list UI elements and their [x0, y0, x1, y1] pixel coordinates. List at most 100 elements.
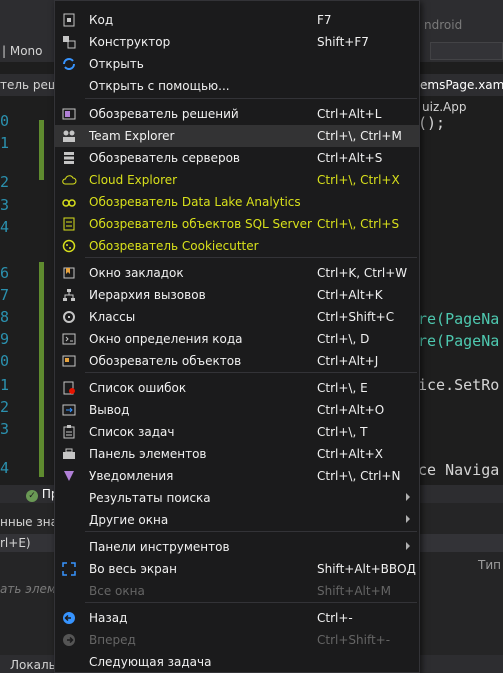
menu-item-shortcut: Ctrl+-: [317, 611, 353, 625]
menu-item-18[interactable]: Вывод Ctrl+Alt+O: [55, 399, 419, 421]
submenu-arrow-icon: [406, 542, 410, 550]
menu-item-10[interactable]: Обозреватель объектов SQL Server Ctrl+\, …: [55, 213, 419, 235]
menu-item-label: Панели инструментов: [89, 540, 230, 554]
menu-item-label: Другие окна: [89, 513, 169, 527]
menu-item-label: Следующая задача: [89, 655, 212, 669]
menu-item-14[interactable]: Классы Ctrl+Shift+C: [55, 306, 419, 328]
line-number: 0: [0, 352, 10, 370]
menu-item-shortcut: Ctrl+Alt+J: [317, 354, 379, 368]
menu-item-4[interactable]: Открыть с помощью...: [55, 75, 419, 97]
sql-server-icon: [61, 216, 77, 232]
code-line: ice.SetRo: [418, 376, 500, 394]
forward-icon: [61, 632, 77, 648]
menu-item-shortcut: Ctrl+\, Ctrl+S: [317, 217, 400, 231]
menu-item-label: Окно определения кода: [89, 332, 243, 346]
change-marker: [39, 120, 44, 180]
platform-selector-label[interactable]: ndroid: [424, 18, 462, 32]
menu-item-12[interactable]: Окно закладок Ctrl+K, Ctrl+W: [55, 262, 419, 284]
line-number: 0: [0, 112, 10, 130]
menu-item-label: Назад: [89, 611, 128, 625]
menu-item-25[interactable]: Во весь экран Shift+Alt+ВВОД: [55, 558, 419, 580]
menu-item-6[interactable]: Team Explorer Ctrl+\, Ctrl+M: [55, 125, 419, 147]
server-explorer-icon: [61, 150, 77, 166]
menu-item-7[interactable]: Обозреватель серверов Ctrl+Alt+S: [55, 147, 419, 169]
type-column-header[interactable]: Тип: [478, 558, 501, 572]
menu-item-21[interactable]: Уведомления Ctrl+\, Ctrl+N: [55, 465, 419, 487]
menu-item-label: Результаты поиска: [89, 491, 211, 505]
issues-indicator[interactable]: ✓ Пр: [0, 487, 58, 502]
menu-item-shortcut: Shift+Alt+M: [317, 584, 391, 598]
change-marker: [39, 262, 44, 477]
menu-item-20[interactable]: Панель элементов Ctrl+Alt+X: [55, 443, 419, 465]
framework-label: | Mono: [2, 44, 43, 58]
code-line: re(PageNa: [418, 310, 500, 328]
menu-item-shortcut: Ctrl+Shift+-: [317, 633, 391, 647]
menu-item-label: Окно закладок: [89, 266, 184, 280]
menu-item-shortcut: Ctrl+Shift+C: [317, 310, 395, 324]
menu-item-label: Во весь экран: [89, 562, 177, 576]
code-line: re(PageNa: [418, 332, 500, 350]
menu-item-label: Открыть: [89, 57, 144, 71]
line-number: 7: [0, 286, 10, 304]
view-menu: Код F7 Конструктор Shift+F7 Открыть Открыть с…: [54, 0, 420, 673]
menu-item-27[interactable]: Назад Ctrl+-: [55, 607, 419, 629]
menu-item-shortcut: Ctrl+\, E: [317, 381, 368, 395]
check-circle-icon: ✓: [26, 490, 38, 502]
output-icon: [61, 402, 77, 418]
code-definition-icon: [61, 331, 77, 347]
menu-item-label: Вывод: [89, 403, 130, 417]
menu-item-shortcut: Ctrl+\, D: [317, 332, 370, 346]
menu-item-shortcut: Ctrl+\, Ctrl+M: [317, 129, 402, 143]
menu-item-26: Все окна Shift+Alt+M: [55, 580, 419, 602]
menu-item-shortcut: Ctrl+\, Ctrl+N: [317, 469, 401, 483]
member-dropdown[interactable]: [430, 42, 503, 60]
menu-item-label: Обозреватель серверов: [89, 151, 241, 165]
menu-item-22[interactable]: Результаты поиска: [55, 487, 419, 509]
menu-item-23[interactable]: Другие окна: [55, 509, 419, 531]
designer-icon: [61, 34, 77, 50]
line-number: 8: [0, 308, 10, 326]
menu-item-label: Обозреватель Cookiecutter: [89, 239, 259, 253]
menu-item-shortcut: Shift+F7: [317, 35, 369, 49]
menu-item-label: Обозреватель объектов: [89, 354, 242, 368]
full-screen-icon: [61, 561, 77, 577]
solution-explorer-tab[interactable]: тель реш: [0, 78, 59, 92]
code-file-icon: [61, 12, 77, 28]
line-number: 4: [0, 218, 10, 236]
open-refresh-icon: [61, 56, 77, 72]
menu-item-2[interactable]: Конструктор Shift+F7: [55, 31, 419, 53]
menu-item-shortcut: Ctrl+\, T: [317, 425, 368, 439]
menu-item-3[interactable]: Открыть: [55, 53, 419, 75]
submenu-arrow-icon: [406, 515, 410, 523]
menu-separator: [85, 602, 417, 603]
menu-item-29[interactable]: Следующая задача: [55, 651, 419, 673]
line-number: 1: [0, 134, 10, 152]
search-field[interactable]: rl+E): [0, 536, 31, 550]
submenu-arrow-icon: [406, 493, 410, 501]
menu-item-8[interactable]: Cloud Explorer Ctrl+\, Ctrl+X: [55, 169, 419, 191]
menu-item-19[interactable]: Список задач Ctrl+\, T: [55, 421, 419, 443]
call-hierarchy-icon: [61, 287, 77, 303]
menu-item-shortcut: Ctrl+Alt+X: [317, 447, 383, 461]
menu-item-5[interactable]: Обозреватель решений Ctrl+Alt+L: [55, 103, 419, 125]
menu-item-11[interactable]: Обозреватель Cookiecutter: [55, 235, 419, 257]
toolbox-icon: [61, 446, 77, 462]
menu-item-16[interactable]: Обозреватель объектов Ctrl+Alt+J: [55, 350, 419, 372]
menu-item-15[interactable]: Окно определения кода Ctrl+\, D: [55, 328, 419, 350]
document-tab[interactable]: emsPage.xaml.c: [420, 78, 503, 92]
menu-item-label: Вперед: [89, 633, 136, 647]
notifications-icon: [61, 468, 77, 484]
menu-item-label: Список ошибок: [89, 381, 187, 395]
menu-item-9[interactable]: Обозреватель Data Lake Analytics: [55, 191, 419, 213]
line-number: 2: [0, 173, 10, 191]
line-number: 6: [0, 264, 10, 282]
menu-item-17[interactable]: Список ошибок Ctrl+\, E: [55, 377, 419, 399]
menu-item-1[interactable]: Код F7: [55, 9, 419, 31]
menu-item-13[interactable]: Иерархия вызовов Ctrl+Alt+K: [55, 284, 419, 306]
cookiecutter-icon: [61, 238, 77, 254]
menu-item-24[interactable]: Панели инструментов: [55, 536, 419, 558]
menu-item-label: Классы: [89, 310, 136, 324]
line-number: 3: [0, 196, 10, 214]
namespace-label: uiz.App: [422, 100, 467, 114]
line-number: 1: [0, 376, 10, 394]
